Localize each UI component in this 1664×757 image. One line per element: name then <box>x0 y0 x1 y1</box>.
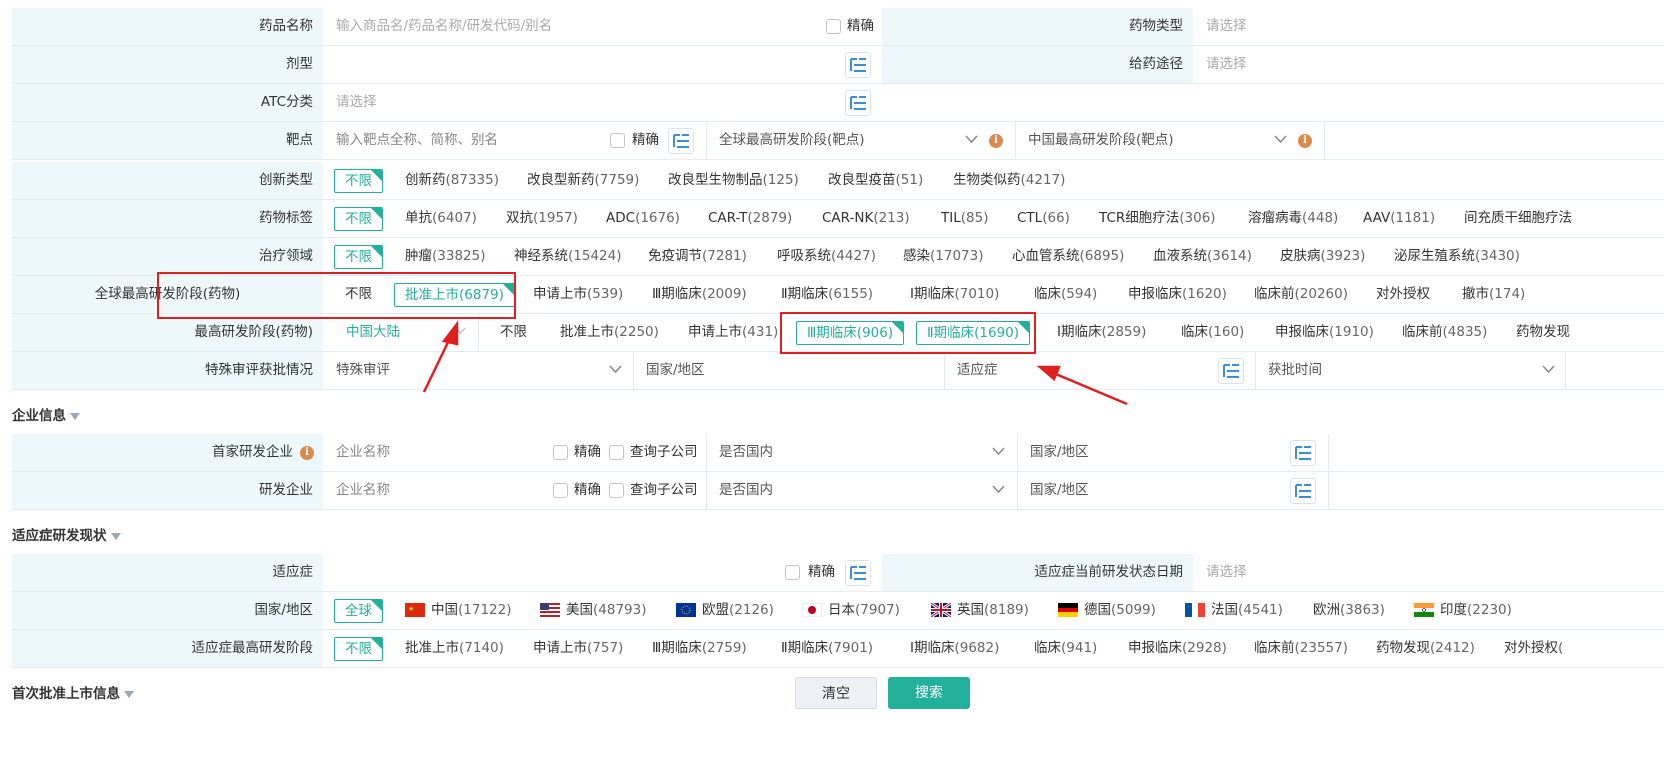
annotation-arrows <box>422 320 1128 406</box>
annotation-arrow <box>1050 370 1128 406</box>
arrow-head-icon <box>1036 365 1061 382</box>
arrow-head-icon <box>441 320 459 346</box>
